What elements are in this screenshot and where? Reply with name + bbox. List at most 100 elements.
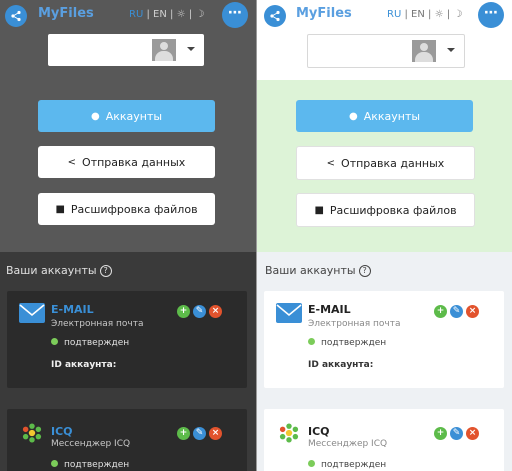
separator: | [146, 9, 150, 20]
share-icon: < [67, 156, 77, 168]
user-dropdown[interactable] [48, 34, 204, 66]
accounts-button[interactable]: ● Аккаунты [296, 100, 473, 132]
icq-flower-icon [22, 423, 42, 443]
separator: | [404, 9, 408, 20]
lock-icon: ■ [314, 204, 324, 216]
light-theme-panel: MyFiles RU | EN | ☼ | ☽ ⋯ ● Аккаунты < О… [257, 0, 512, 471]
delete-icon[interactable]: × [209, 305, 222, 318]
decrypt-files-label: Расшифровка файлов [70, 202, 198, 216]
send-data-button[interactable]: < Отправка данных [38, 146, 215, 178]
help-icon[interactable]: ? [99, 265, 112, 277]
status-dot-icon [308, 460, 315, 467]
edit-icon[interactable]: ✎ [193, 427, 206, 440]
lock-icon: ■ [55, 203, 65, 215]
separator: | [446, 9, 451, 20]
decrypt-files-button[interactable]: ■ Расшифровка файлов [38, 193, 215, 225]
separator: | [188, 9, 193, 20]
lang-en[interactable]: EN [411, 9, 425, 20]
section-title-text: Ваши аккаунты [265, 264, 356, 277]
dark-theme-icon[interactable]: ☽ [453, 9, 462, 20]
lang-ru[interactable]: RU [387, 9, 401, 20]
status-dot-icon [51, 460, 58, 467]
account-card-email: E-MAIL Электронная почта подтвержден ID … [264, 291, 504, 388]
lang-en[interactable]: EN [153, 9, 167, 20]
icq-flower-icon [279, 423, 299, 443]
user-icon: ● [348, 110, 358, 122]
mail-icon [19, 303, 45, 323]
account-card-email: E-MAIL Электронная почта подтвержден ID … [7, 291, 247, 388]
account-id-label: ID аккаунта: [51, 360, 117, 370]
status-dot-icon [51, 338, 58, 345]
send-data-label: Отправка данных [82, 155, 186, 169]
status-badge: подтвержден [51, 460, 129, 470]
menu-button[interactable]: ⋯ [478, 2, 504, 28]
add-icon[interactable]: + [434, 427, 447, 440]
account-actions: + ✎ × [177, 427, 222, 440]
app-title[interactable]: MyFiles [38, 6, 94, 21]
status-text: подтвержден [64, 338, 130, 348]
section-title-text: Ваши аккаунты [6, 264, 97, 277]
account-description: Мессенджер ICQ [308, 439, 388, 449]
send-data-button[interactable]: < Отправка данных [296, 146, 475, 180]
share-logo-icon[interactable] [5, 5, 27, 27]
chevron-down-icon [187, 47, 195, 51]
account-description: Электронная почта [308, 319, 401, 329]
status-text: подтвержден [64, 460, 130, 470]
account-id-label: ID аккаунта: [308, 360, 374, 370]
header: MyFiles RU | EN | ☼ | ☽ ⋯ [257, 0, 512, 80]
actions-area: ● Аккаунты < Отправка данных ■ Расшифров… [0, 80, 256, 252]
menu-button[interactable]: ⋯ [222, 2, 248, 28]
account-actions: + ✎ × [434, 305, 479, 318]
delete-icon[interactable]: × [466, 427, 479, 440]
account-name[interactable]: ICQ [308, 425, 330, 438]
light-theme-icon[interactable]: ☼ [435, 9, 444, 20]
edit-icon[interactable]: ✎ [450, 305, 463, 318]
chevron-down-icon [447, 48, 455, 52]
account-name[interactable]: E-MAIL [308, 303, 351, 316]
edit-icon[interactable]: ✎ [450, 427, 463, 440]
separator: | [428, 9, 432, 20]
app-title[interactable]: MyFiles [296, 6, 352, 21]
add-icon[interactable]: + [434, 305, 447, 318]
language-switcher: RU | EN | ☼ | ☽ [129, 9, 204, 20]
status-badge: подтвержден [308, 338, 386, 348]
account-description: Мессенджер ICQ [51, 439, 131, 449]
add-icon[interactable]: + [177, 427, 190, 440]
delete-icon[interactable]: × [466, 305, 479, 318]
accounts-button[interactable]: ● Аккаунты [38, 100, 215, 132]
account-card-icq: ICQ Мессенджер ICQ подтвержден + ✎ × [264, 409, 504, 471]
user-dropdown[interactable] [307, 34, 465, 68]
section-title: Ваши аккаунты? [6, 264, 112, 277]
lang-ru[interactable]: RU [129, 9, 143, 20]
share-logo-icon[interactable] [264, 5, 286, 27]
accounts-label: Аккаунты [105, 109, 163, 123]
decrypt-files-button[interactable]: ■ Расшифровка файлов [296, 193, 475, 227]
send-data-label: Отправка данных [341, 156, 445, 170]
add-icon[interactable]: + [177, 305, 190, 318]
light-theme-icon[interactable]: ☼ [177, 9, 186, 20]
header: MyFiles RU | EN | ☼ | ☽ ⋯ [0, 0, 256, 80]
actions-area: ● Аккаунты < Отправка данных ■ Расшифров… [257, 80, 512, 252]
help-icon[interactable]: ? [358, 265, 371, 277]
status-text: подтвержден [321, 460, 387, 470]
status-badge: подтвержден [51, 338, 129, 348]
avatar [412, 40, 436, 62]
account-name[interactable]: E-MAIL [51, 303, 94, 316]
language-switcher: RU | EN | ☼ | ☽ [387, 9, 462, 20]
account-actions: + ✎ × [434, 427, 479, 440]
status-text: подтвержден [321, 338, 387, 348]
delete-icon[interactable]: × [209, 427, 222, 440]
edit-icon[interactable]: ✎ [193, 305, 206, 318]
account-actions: + ✎ × [177, 305, 222, 318]
dark-theme-panel: MyFiles RU | EN | ☼ | ☽ ⋯ ● Аккаунты < О… [0, 0, 256, 471]
account-card-icq: ICQ Мессенджер ICQ подтвержден + ✎ × [7, 409, 247, 471]
avatar [152, 39, 176, 61]
mail-icon [276, 303, 302, 323]
section-title: Ваши аккаунты? [265, 264, 371, 277]
account-name[interactable]: ICQ [51, 425, 73, 438]
user-icon: ● [90, 110, 100, 122]
share-icon: < [326, 157, 336, 169]
accounts-label: Аккаунты [363, 109, 421, 123]
status-dot-icon [308, 338, 315, 345]
dark-theme-icon[interactable]: ☽ [195, 9, 204, 20]
